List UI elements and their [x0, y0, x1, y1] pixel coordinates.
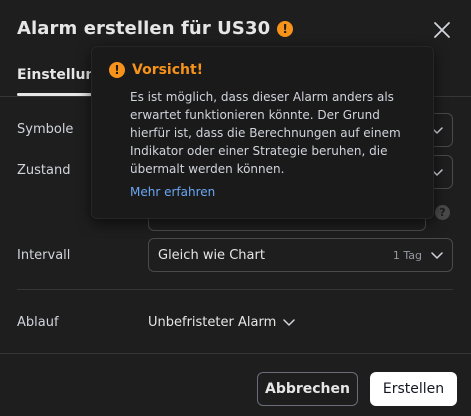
interval-select[interactable]: Gleich wie Chart 1 Tag: [148, 238, 453, 272]
popover-title: ! Vorsicht!: [109, 62, 203, 78]
create-button[interactable]: Erstellen: [370, 372, 457, 406]
chevron-down-icon: [283, 318, 295, 326]
condition-label: Zustand: [17, 163, 71, 178]
cancel-button[interactable]: Abbrechen: [257, 372, 358, 406]
dialog-title: Alarm erstellen für US30 !: [17, 18, 294, 39]
dialog-title-text: Alarm erstellen für US30: [17, 18, 271, 39]
footer-divider: [0, 353, 471, 354]
learn-more-link[interactable]: Mehr erfahren: [130, 185, 215, 199]
create-alert-dialog: Alarm erstellen für US30 ! Einstellungen…: [0, 0, 471, 416]
close-icon[interactable]: [432, 20, 452, 40]
popover-body: Es ist möglich, dass dieser Alarm anders…: [130, 90, 401, 176]
popover-title-text: Vorsicht!: [132, 62, 204, 78]
chevron-down-icon: [431, 252, 443, 259]
interval-label: Intervall: [17, 248, 71, 263]
interval-timeframe: 1 Tag: [392, 249, 422, 262]
tab-settings[interactable]: Einstellungen: [17, 67, 97, 83]
help-icon[interactable]: ?: [435, 205, 450, 220]
section-divider: [17, 289, 453, 290]
symbol-label: Symbole: [17, 122, 74, 137]
interval-value: Gleich wie Chart: [158, 248, 265, 263]
expiry-label: Ablauf: [17, 315, 59, 330]
expiry-dropdown[interactable]: Unbefristeter Alarm: [148, 315, 295, 330]
warning-icon[interactable]: !: [277, 20, 294, 37]
caution-popover: ! Vorsicht! Es ist möglich, dass dieser …: [91, 46, 434, 219]
warning-icon: !: [109, 62, 125, 78]
expiry-value: Unbefristeter Alarm: [148, 315, 277, 330]
